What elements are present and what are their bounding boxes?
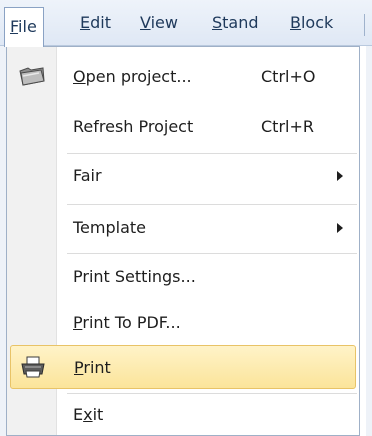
menubar-view[interactable]: View <box>140 0 178 46</box>
menubar-edit[interactable]: Edit <box>80 0 111 46</box>
menubar-edit-rest: dit <box>90 13 111 32</box>
refresh-project-shortcut: Ctrl+R <box>261 117 314 136</box>
menubar-view-rest: iew <box>150 13 178 32</box>
menubar-block-rest: lock <box>300 13 334 32</box>
print-to-pdf-rest: rint To PDF... <box>82 313 181 332</box>
template-label: Template <box>73 218 147 237</box>
submenu-arrow-icon <box>337 171 343 181</box>
menu-separator <box>67 204 357 205</box>
exit-accel: x <box>83 405 93 424</box>
fair-label: Fair <box>73 166 102 185</box>
menu-item-open-project[interactable]: Open project... Ctrl+O <box>7 55 359 99</box>
menu-item-print-to-pdf[interactable]: Print To PDF... <box>7 301 359 345</box>
open-project-shortcut: Ctrl+O <box>261 67 316 86</box>
menu-item-fair[interactable]: Fair <box>7 154 359 198</box>
menubar-view-accel: V <box>140 13 151 32</box>
exit-rest: it <box>92 405 104 424</box>
print-to-pdf-label: Print To PDF... <box>73 301 181 345</box>
refresh-project-label: Refresh Project <box>73 117 194 136</box>
file-dropdown-menu: Open project... Ctrl+O Refresh Project C… <box>6 46 360 436</box>
menubar-file[interactable]: File <box>4 7 44 47</box>
print-accel: P <box>74 358 84 377</box>
menubar-file-rest: ile <box>18 17 37 36</box>
print-to-pdf-accel: P <box>73 313 83 332</box>
menu-item-print-settings[interactable]: Print Settings... <box>7 255 359 299</box>
menubar-block-accel: B <box>290 13 301 32</box>
menu-item-refresh-project[interactable]: Refresh Project Ctrl+R <box>7 105 359 149</box>
menu-separator <box>67 253 357 254</box>
open-project-rest: pen project... <box>85 67 192 86</box>
window-background-right <box>366 46 372 436</box>
print-label: Print <box>74 346 111 390</box>
menu-item-exit[interactable]: Exit <box>7 393 359 436</box>
folder-open-icon <box>17 65 47 91</box>
printer-icon <box>19 355 47 383</box>
menubar-block[interactable]: Block <box>290 0 333 46</box>
exit-pre: E <box>73 405 84 424</box>
menubar-overflow-edge <box>364 14 366 36</box>
print-settings-label: Print Settings... <box>73 267 196 286</box>
menubar-stand-accel: S <box>212 13 223 32</box>
exit-label: Exit <box>73 393 103 436</box>
menubar-stand[interactable]: Stand <box>212 0 259 46</box>
open-project-label: Open project... <box>73 55 192 99</box>
submenu-arrow-icon <box>337 223 343 233</box>
menu-bar: File Edit View Stand Block <box>0 0 372 47</box>
menubar-stand-rest: tand <box>222 13 259 32</box>
menu-item-template[interactable]: Template <box>7 206 359 250</box>
menubar-file-accel: F <box>10 17 19 36</box>
print-rest: rint <box>83 358 111 377</box>
open-project-accel: O <box>73 67 86 86</box>
menubar-edit-accel: E <box>80 13 91 32</box>
menu-item-print[interactable]: Print <box>10 345 356 389</box>
